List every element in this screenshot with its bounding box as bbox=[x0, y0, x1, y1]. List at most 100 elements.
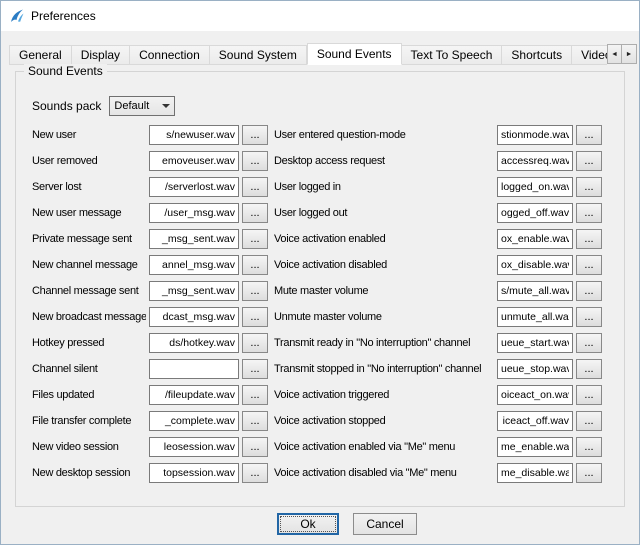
cancel-button[interactable]: Cancel bbox=[353, 513, 417, 535]
sound-events-left-column: New user ... User removed ... Server los… bbox=[32, 122, 272, 486]
sound-event-label: Voice activation enabled via "Me" menu bbox=[274, 441, 494, 453]
sound-event-row: User entered question-mode ... bbox=[274, 122, 610, 148]
sound-event-label: Channel silent bbox=[32, 363, 146, 375]
browse-button[interactable]: ... bbox=[576, 177, 602, 197]
browse-button[interactable]: ... bbox=[576, 255, 602, 275]
sound-file-input[interactable] bbox=[149, 125, 239, 145]
sounds-pack-select[interactable]: Default bbox=[109, 96, 175, 116]
tab-label: General bbox=[19, 48, 62, 62]
sound-event-label: Desktop access request bbox=[274, 155, 494, 167]
sound-file-input[interactable] bbox=[497, 281, 573, 301]
sound-file-input[interactable] bbox=[497, 151, 573, 171]
tab-sound-system[interactable]: Sound System bbox=[210, 45, 307, 65]
sound-file-input[interactable] bbox=[497, 411, 573, 431]
sound-event-row: File transfer complete ... bbox=[32, 408, 272, 434]
sound-event-label: New channel message bbox=[32, 259, 146, 271]
tab-connection[interactable]: Connection bbox=[130, 45, 210, 65]
sound-file-input[interactable] bbox=[149, 411, 239, 431]
browse-button[interactable]: ... bbox=[576, 463, 602, 483]
sound-event-label: Voice activation disabled bbox=[274, 259, 494, 271]
browse-button[interactable]: ... bbox=[576, 151, 602, 171]
sound-events-right-column: User entered question-mode ... Desktop a… bbox=[274, 122, 610, 486]
browse-button[interactable]: ... bbox=[576, 359, 602, 379]
browse-button[interactable]: ... bbox=[242, 385, 268, 405]
sound-file-input[interactable] bbox=[149, 177, 239, 197]
title-bar[interactable]: Preferences bbox=[1, 1, 639, 31]
sound-file-input[interactable] bbox=[149, 385, 239, 405]
sound-file-input[interactable] bbox=[497, 333, 573, 353]
sound-file-input[interactable] bbox=[497, 229, 573, 249]
sound-event-label: New desktop session bbox=[32, 467, 146, 479]
sound-file-input[interactable] bbox=[149, 151, 239, 171]
sound-file-input[interactable] bbox=[497, 125, 573, 145]
browse-button[interactable]: ... bbox=[242, 411, 268, 431]
browse-button[interactable]: ... bbox=[242, 151, 268, 171]
sound-file-input[interactable] bbox=[497, 385, 573, 405]
browse-button[interactable]: ... bbox=[242, 229, 268, 249]
sound-file-input[interactable] bbox=[149, 463, 239, 483]
sound-event-label: New broadcast message bbox=[32, 311, 146, 323]
sound-event-row: Desktop access request ... bbox=[274, 148, 610, 174]
browse-button[interactable]: ... bbox=[242, 281, 268, 301]
browse-button[interactable]: ... bbox=[242, 333, 268, 353]
sound-event-row: Mute master volume ... bbox=[274, 278, 610, 304]
browse-button[interactable]: ... bbox=[242, 463, 268, 483]
sound-file-input[interactable] bbox=[497, 255, 573, 275]
sound-file-input[interactable] bbox=[497, 437, 573, 457]
sound-file-input[interactable] bbox=[149, 203, 239, 223]
tab-scroll-left-button[interactable]: ◄ bbox=[607, 44, 622, 64]
browse-button[interactable]: ... bbox=[242, 437, 268, 457]
tab-shortcuts[interactable]: Shortcuts bbox=[502, 45, 572, 65]
browse-button[interactable]: ... bbox=[576, 333, 602, 353]
browse-button[interactable]: ... bbox=[242, 177, 268, 197]
sound-file-input[interactable] bbox=[497, 307, 573, 327]
sound-event-row: Voice activation stopped ... bbox=[274, 408, 610, 434]
sound-file-input[interactable] bbox=[149, 437, 239, 457]
browse-button[interactable]: ... bbox=[242, 255, 268, 275]
sound-file-input[interactable] bbox=[149, 281, 239, 301]
sound-file-input[interactable] bbox=[149, 229, 239, 249]
browse-button[interactable]: ... bbox=[576, 385, 602, 405]
sound-file-input[interactable] bbox=[497, 203, 573, 223]
browse-button[interactable]: ... bbox=[242, 125, 268, 145]
browse-button[interactable]: ... bbox=[576, 437, 602, 457]
browse-button[interactable]: ... bbox=[242, 203, 268, 223]
tab-scroll-right-button[interactable]: ► bbox=[622, 44, 637, 64]
tab-label: Video bbox=[581, 48, 607, 62]
sound-file-input[interactable] bbox=[497, 177, 573, 197]
sound-event-row: New broadcast message ... bbox=[32, 304, 272, 330]
browse-button[interactable]: ... bbox=[576, 411, 602, 431]
sound-event-label: Transmit stopped in "No interruption" ch… bbox=[274, 363, 494, 375]
sound-event-row: New video session ... bbox=[32, 434, 272, 460]
sound-file-input[interactable] bbox=[149, 307, 239, 327]
sound-file-input[interactable] bbox=[497, 359, 573, 379]
sound-event-row: New channel message ... bbox=[32, 252, 272, 278]
sound-file-input[interactable] bbox=[149, 359, 239, 379]
tab-display[interactable]: Display bbox=[72, 45, 130, 65]
tab-video[interactable]: Video bbox=[572, 45, 607, 65]
app-icon bbox=[9, 8, 25, 24]
browse-button[interactable]: ... bbox=[576, 307, 602, 327]
tab-general[interactable]: General bbox=[9, 45, 72, 65]
sound-event-row: Transmit stopped in "No interruption" ch… bbox=[274, 356, 610, 382]
browse-button[interactable]: ... bbox=[576, 203, 602, 223]
sound-file-input[interactable] bbox=[149, 255, 239, 275]
sound-file-input[interactable] bbox=[497, 463, 573, 483]
tab-label: Text To Speech bbox=[411, 48, 493, 62]
sound-event-row: Voice activation triggered ... bbox=[274, 382, 610, 408]
tab-sound-events[interactable]: Sound Events bbox=[307, 43, 402, 65]
sound-event-row: Unmute master volume ... bbox=[274, 304, 610, 330]
browse-button[interactable]: ... bbox=[242, 307, 268, 327]
sound-events-group: Sound Events Sounds pack Default New use… bbox=[15, 71, 625, 507]
tab-text-to-speech[interactable]: Text To Speech bbox=[402, 45, 503, 65]
browse-button[interactable]: ... bbox=[242, 359, 268, 379]
sound-event-label: Voice activation enabled bbox=[274, 233, 494, 245]
browse-button[interactable]: ... bbox=[576, 229, 602, 249]
sound-event-row: Server lost ... bbox=[32, 174, 272, 200]
chevron-down-icon bbox=[162, 104, 170, 108]
sound-file-input[interactable] bbox=[149, 333, 239, 353]
ok-button[interactable]: Ok bbox=[277, 513, 339, 535]
sound-event-row: Voice activation disabled via "Me" menu … bbox=[274, 460, 610, 486]
browse-button[interactable]: ... bbox=[576, 125, 602, 145]
browse-button[interactable]: ... bbox=[576, 281, 602, 301]
